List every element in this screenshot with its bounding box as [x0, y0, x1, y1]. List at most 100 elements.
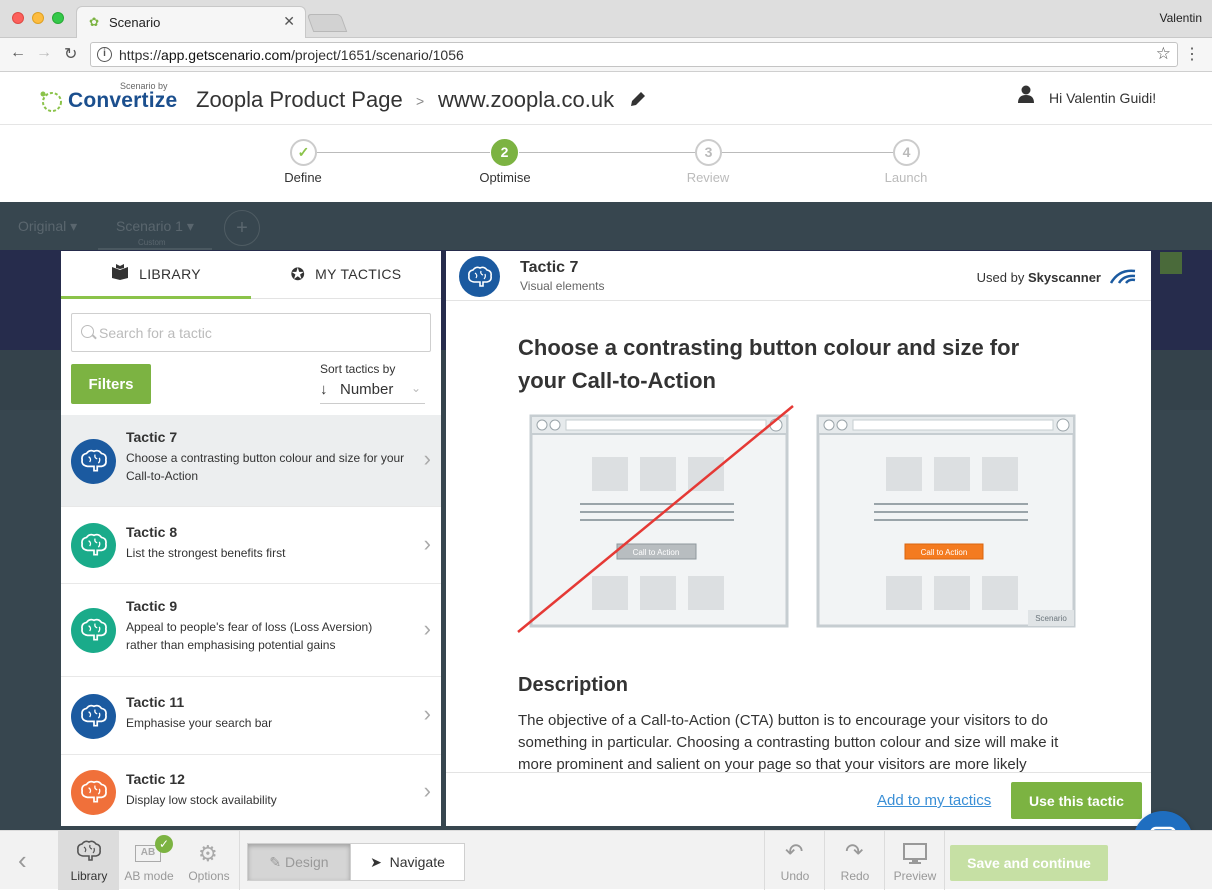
- tactic-list-item[interactable]: Tactic 7 Choose a contrasting button colo…: [61, 415, 441, 507]
- search-icon: [81, 325, 94, 338]
- tactic-title: Tactic 8: [126, 524, 178, 540]
- preview-label: Preview: [893, 869, 937, 883]
- reload-icon[interactable]: ↻: [64, 44, 77, 64]
- design-mode-label: Design: [285, 854, 329, 870]
- toolbar-divider: [944, 831, 945, 890]
- tactic-title: Tactic 9: [126, 598, 178, 614]
- user-greeting[interactable]: Hi Valentin Guidi!: [1049, 90, 1156, 106]
- use-this-tactic-button[interactable]: Use this tactic: [1011, 782, 1142, 819]
- tactic-avatar: [71, 770, 116, 815]
- sort-down-arrow-icon: ↓: [320, 381, 328, 398]
- step-review-circle: 3: [695, 139, 722, 166]
- cursor-arrow-icon: ➤: [370, 854, 382, 870]
- zoom-window-button[interactable]: [52, 12, 64, 24]
- redo-button[interactable]: ↷ Redo: [825, 831, 885, 890]
- variant-tab-subtitle: Custom: [138, 238, 166, 247]
- tactic-description: Display low stock availability: [126, 793, 277, 807]
- tactic-detail-category: Visual elements: [520, 279, 605, 293]
- url-field[interactable]: i https://app.getscenario.com/project/16…: [90, 42, 1178, 67]
- tactic-detail-body[interactable]: Choose a contrasting button colour and s…: [446, 302, 1151, 772]
- tactic-list-item[interactable]: Tactic 12 Display low stock availability ›: [61, 755, 441, 826]
- brain-icon: [81, 780, 107, 803]
- minimize-window-button[interactable]: [32, 12, 44, 24]
- pencil-edit-icon[interactable]: [628, 89, 648, 109]
- browser-menu-icon[interactable]: ⋮: [1184, 44, 1200, 64]
- browser-tab[interactable]: ✿ Scenario ✕: [76, 6, 306, 38]
- tactic-detail-title: Tactic 7: [520, 259, 579, 276]
- tactic-search-box[interactable]: [71, 313, 431, 352]
- step-optimise-label[interactable]: Optimise: [455, 170, 555, 185]
- star-badge-icon: ✪: [290, 265, 306, 284]
- close-window-button[interactable]: [12, 12, 24, 24]
- tactic-list-item[interactable]: Tactic 11 Emphasise your search bar ›: [61, 677, 441, 755]
- chevron-left-icon[interactable]: ‹: [18, 845, 27, 876]
- tactic-detail-header: Tactic 7 Visual elements Used by Skyscan…: [446, 251, 1151, 301]
- good-example-mockup: Call to Action Scenario: [816, 414, 1076, 628]
- variant-tab-original[interactable]: Original ▾: [18, 218, 77, 235]
- address-bar-row: ← → ↻ i https://app.getscenario.com/proj…: [0, 38, 1212, 72]
- preview-button[interactable]: Preview: [885, 831, 945, 890]
- save-and-continue-button[interactable]: Save and continue: [950, 845, 1108, 881]
- step-define-circle[interactable]: ✓: [290, 139, 317, 166]
- step-launch-circle: 4: [893, 139, 920, 166]
- tab-library[interactable]: LIBRARY: [61, 251, 251, 299]
- tactic-list-item[interactable]: Tactic 9 Appeal to people's fear of loss …: [61, 584, 441, 677]
- tactic-description: Appeal to people's fear of loss (Loss Av…: [126, 620, 373, 652]
- user-icon[interactable]: [1016, 84, 1036, 104]
- undo-button[interactable]: ↶ Undo: [765, 831, 825, 890]
- tactic-detail-panel: Tactic 7 Visual elements Used by Skyscan…: [446, 251, 1151, 826]
- filters-button[interactable]: Filters: [71, 364, 151, 404]
- brain-icon: [81, 533, 107, 556]
- variant-tab-scenario[interactable]: Scenario 1 ▾: [116, 218, 194, 235]
- chevron-right-icon: ›: [423, 616, 431, 641]
- project-name[interactable]: Zoopla Product Page: [196, 87, 403, 113]
- convertize-logo-icon: [40, 91, 62, 112]
- toolbar-divider: [239, 831, 240, 890]
- tactic-avatar: [71, 523, 116, 568]
- sort-label: Sort tactics by: [320, 362, 396, 376]
- options-label: Options: [188, 869, 230, 883]
- browser-tab-bar: ✿ Scenario ✕ Valentin: [0, 0, 1212, 38]
- tactic-avatar: [71, 608, 116, 653]
- tab-close-icon[interactable]: ✕: [283, 13, 295, 30]
- step-connector: [519, 152, 695, 153]
- options-tool-button[interactable]: ⚙ Options: [179, 831, 239, 890]
- step-optimise-circle[interactable]: 2: [491, 139, 518, 166]
- step-define-label[interactable]: Define: [253, 170, 353, 185]
- chevron-down-icon: ⌄: [410, 381, 421, 395]
- library-tool-label: Library: [70, 869, 108, 883]
- tactic-search-input[interactable]: [99, 322, 419, 344]
- profile-name[interactable]: Valentin: [1160, 11, 1202, 25]
- info-icon[interactable]: i: [97, 47, 112, 62]
- logo-wordmark[interactable]: Convertize: [68, 89, 177, 113]
- brain-icon: [81, 618, 107, 641]
- library-tabs: LIBRARY ✪ MY TACTICS: [61, 251, 441, 299]
- sort-select[interactable]: ↓ Number ⌄: [320, 379, 425, 404]
- url-text: https://app.getscenario.com/project/1651…: [119, 47, 464, 63]
- bookmark-star-icon[interactable]: ☆: [1156, 44, 1171, 64]
- cta-comparison-illustration: Call to Action Call to Action Scenario: [517, 405, 1076, 633]
- tactic-description: List the strongest benefits first: [126, 546, 286, 560]
- design-mode-button[interactable]: ✎ Design: [248, 844, 350, 880]
- add-variant-button[interactable]: +: [224, 210, 260, 246]
- check-icon: ✓: [155, 835, 173, 853]
- chevron-right-icon: ›: [423, 531, 431, 556]
- navigate-mode-button[interactable]: ➤ Navigate: [350, 844, 464, 880]
- project-url[interactable]: www.zoopla.co.uk: [438, 87, 614, 113]
- tactic-avatar: [71, 439, 116, 484]
- chevron-right-icon: ›: [423, 701, 431, 726]
- forward-arrow-icon[interactable]: →: [36, 44, 52, 62]
- tactic-heading: Choose a contrasting button colour and s…: [518, 335, 1020, 393]
- new-tab-button[interactable]: [306, 14, 348, 32]
- tactic-description: Choose a contrasting button colour and s…: [126, 451, 405, 483]
- description-heading: Description: [518, 674, 629, 696]
- library-tool-button[interactable]: Library: [59, 831, 119, 890]
- tab-library-label: LIBRARY: [139, 266, 201, 282]
- back-arrow-icon[interactable]: ←: [10, 44, 26, 62]
- gear-icon: ⚙: [198, 841, 218, 866]
- scenario-favicon-icon: ✿: [89, 15, 100, 29]
- tab-my-tactics[interactable]: ✪ MY TACTICS: [251, 251, 441, 299]
- tactic-list-item[interactable]: Tactic 8 List the strongest benefits firs…: [61, 507, 441, 584]
- add-to-my-tactics-link[interactable]: Add to my tactics: [877, 792, 991, 809]
- ab-mode-tool-button[interactable]: AB ✓ AB mode: [119, 831, 179, 890]
